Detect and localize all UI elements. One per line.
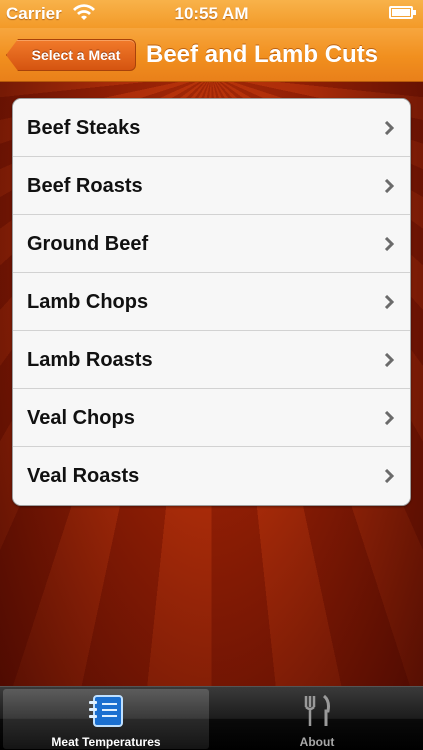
- tab-label: About: [299, 735, 335, 749]
- chevron-right-icon: [384, 469, 394, 483]
- list-item-label: Lamb Chops: [27, 291, 149, 313]
- tab-label: Meat Temperatures: [51, 735, 161, 749]
- list-item-label: Veal Roasts: [27, 465, 140, 487]
- list-item[interactable]: Lamb Chops: [13, 273, 410, 331]
- list-item[interactable]: Ground Beef: [13, 215, 410, 273]
- list-item-label: Veal Chops: [27, 407, 135, 429]
- list-item-label: Ground Beef: [27, 233, 149, 255]
- navigation-bar: Select a Meat Beef and Lamb Cuts: [0, 28, 423, 82]
- app-screen: Carrier 10:55 AM Select a Meat Beef and …: [0, 0, 423, 750]
- tab-about[interactable]: About: [214, 689, 420, 749]
- status-bar: Carrier 10:55 AM: [0, 0, 423, 28]
- list-item-label: Lamb Roasts: [27, 349, 153, 371]
- clock: 10:55 AM: [174, 4, 249, 23]
- list-item[interactable]: Beef Steaks: [13, 99, 410, 157]
- chevron-right-icon: [384, 179, 394, 193]
- chevron-right-icon: [384, 295, 394, 309]
- fork-knife-icon: [304, 695, 330, 726]
- list-item-label: Beef Steaks: [27, 117, 141, 139]
- battery-icon: [389, 6, 416, 19]
- tab-meat-temperatures[interactable]: Meat Temperatures: [3, 689, 209, 749]
- cut-list: Beef Steaks Beef Roasts Ground Beef Lamb…: [12, 98, 411, 506]
- tab-bar: Meat Temperatures About: [0, 686, 423, 750]
- chevron-right-icon: [384, 237, 394, 251]
- chevron-right-icon: [384, 411, 394, 425]
- chevron-right-icon: [384, 353, 394, 367]
- list-item-label: Beef Roasts: [27, 175, 143, 197]
- notebook-icon: [89, 695, 123, 727]
- list-item[interactable]: Beef Roasts: [13, 157, 410, 215]
- list-item[interactable]: Veal Chops: [13, 389, 410, 447]
- page-title: Beef and Lamb Cuts: [146, 41, 379, 68]
- list-item[interactable]: Lamb Roasts: [13, 331, 410, 389]
- list-item[interactable]: Veal Roasts: [13, 447, 410, 505]
- chevron-right-icon: [384, 121, 394, 135]
- back-button[interactable]: Select a Meat: [6, 39, 136, 71]
